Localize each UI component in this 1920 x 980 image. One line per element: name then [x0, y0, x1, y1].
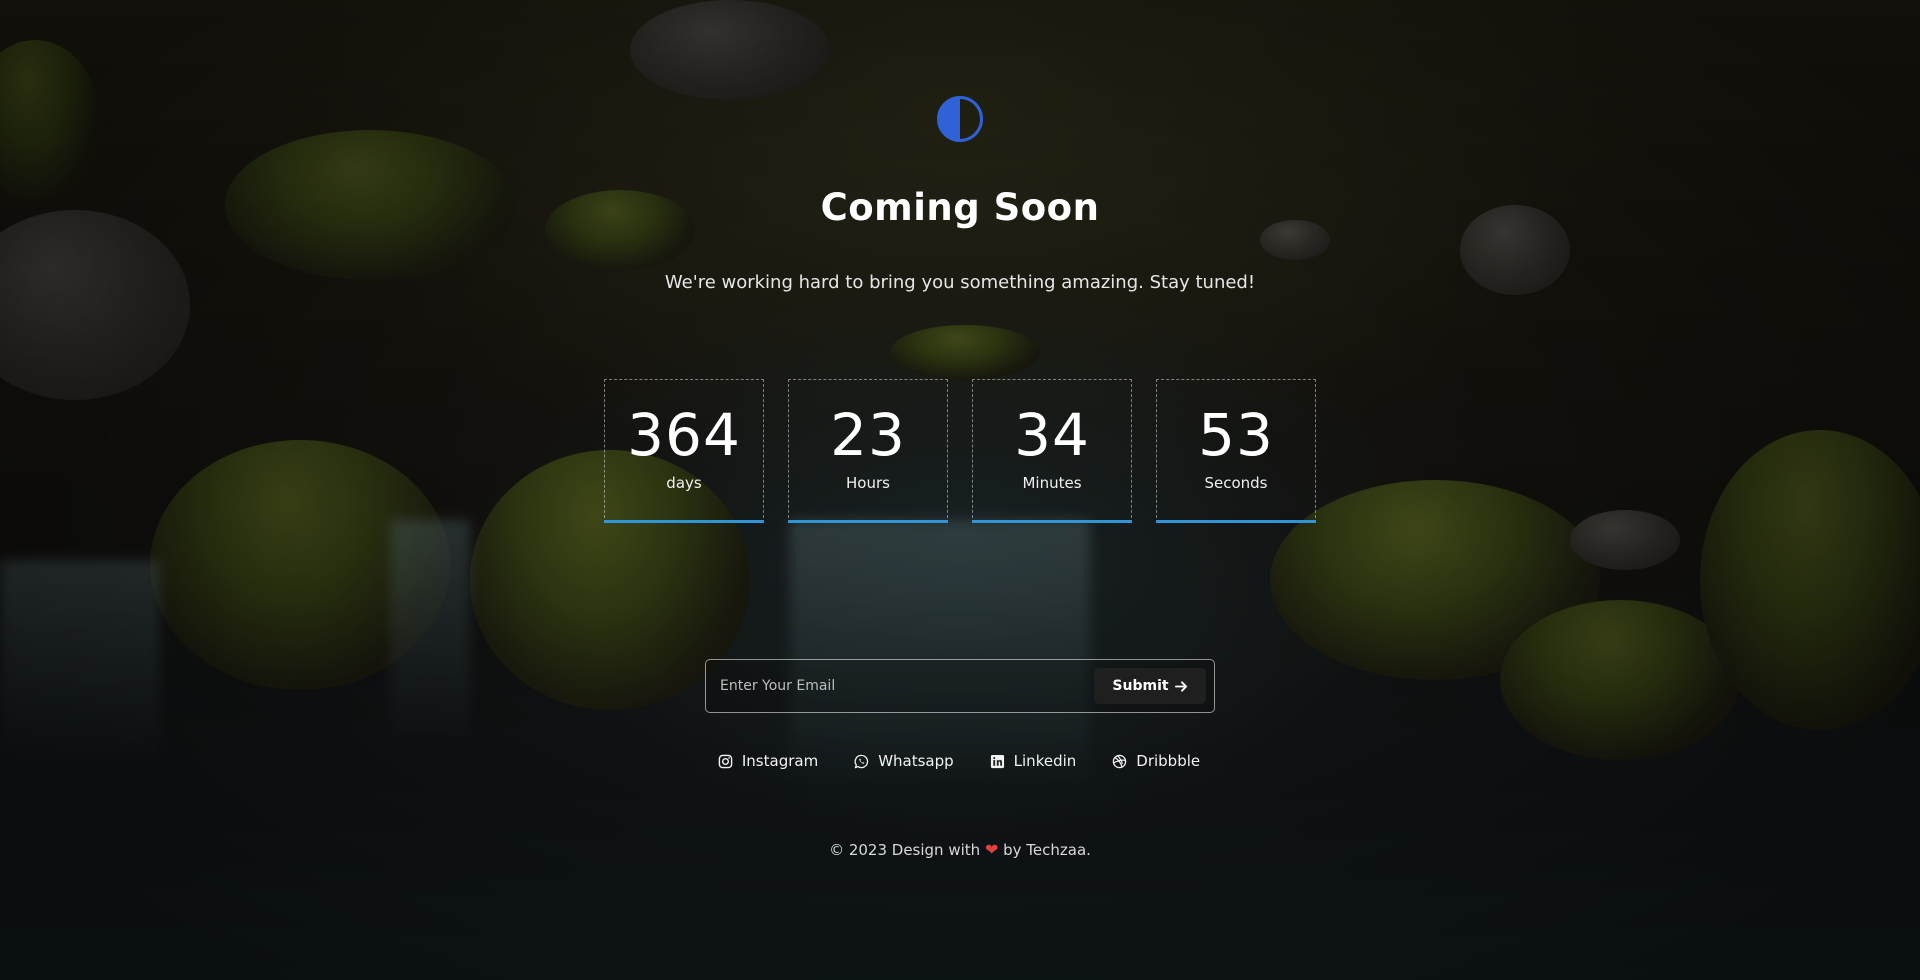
submit-label: Submit	[1112, 678, 1169, 694]
social-label: Linkedin	[1013, 752, 1077, 770]
half-circle-icon	[937, 96, 983, 142]
social-link-dribbble[interactable]: Dribbble	[1112, 752, 1200, 770]
subscribe-form: Submit	[705, 659, 1215, 713]
countdown-bar	[788, 520, 948, 523]
countdown-value: 23	[830, 401, 906, 469]
countdown-seconds: 53 Seconds	[1156, 379, 1316, 523]
heart-icon: ❤	[984, 840, 999, 859]
countdown-bar	[972, 520, 1132, 523]
countdown-bar	[1156, 520, 1316, 523]
countdown-label: Seconds	[1204, 474, 1268, 492]
footer-copyright: © 2023 Design with ❤ by Techzaa.	[0, 840, 1920, 859]
linkedin-icon	[990, 754, 1004, 768]
email-input[interactable]	[720, 670, 1080, 702]
social-label: Instagram	[741, 752, 819, 770]
instagram-icon	[718, 754, 733, 768]
countdown-hours: 23 Hours	[788, 379, 948, 523]
countdown-days: 364 days	[604, 379, 764, 523]
submit-button[interactable]: Submit	[1094, 668, 1206, 704]
social-link-linkedin[interactable]: Linkedin	[990, 752, 1077, 770]
countdown-label: Hours	[846, 474, 890, 492]
page-title: Coming Soon	[820, 186, 1100, 229]
countdown-value: 53	[1198, 401, 1274, 469]
countdown-minutes: 34 Minutes	[972, 379, 1132, 523]
countdown-label: days	[666, 474, 702, 492]
footer-suffix: by Techzaa.	[1003, 841, 1091, 859]
dribbble-icon	[1113, 754, 1127, 768]
countdown-value: 364	[627, 401, 741, 469]
page-subtitle: We're working hard to bring you somethin…	[664, 272, 1256, 293]
countdown-label: Minutes	[1022, 474, 1082, 492]
social-label: Dribbble	[1136, 752, 1201, 770]
social-links: Instagram Whatsapp Linkedin Dribbble	[0, 752, 1920, 770]
countdown-timer: 364 days 23 Hours 34 Minutes 53 Seconds	[604, 379, 1316, 523]
countdown-value: 34	[1014, 401, 1090, 469]
whatsapp-icon	[854, 754, 869, 768]
countdown-bar	[604, 520, 764, 523]
social-link-whatsapp[interactable]: Whatsapp	[854, 752, 954, 770]
arrow-right-icon	[1174, 680, 1187, 692]
social-label: Whatsapp	[878, 752, 954, 770]
social-link-instagram[interactable]: Instagram	[718, 752, 818, 770]
footer-prefix: © 2023 Design with	[829, 841, 981, 859]
